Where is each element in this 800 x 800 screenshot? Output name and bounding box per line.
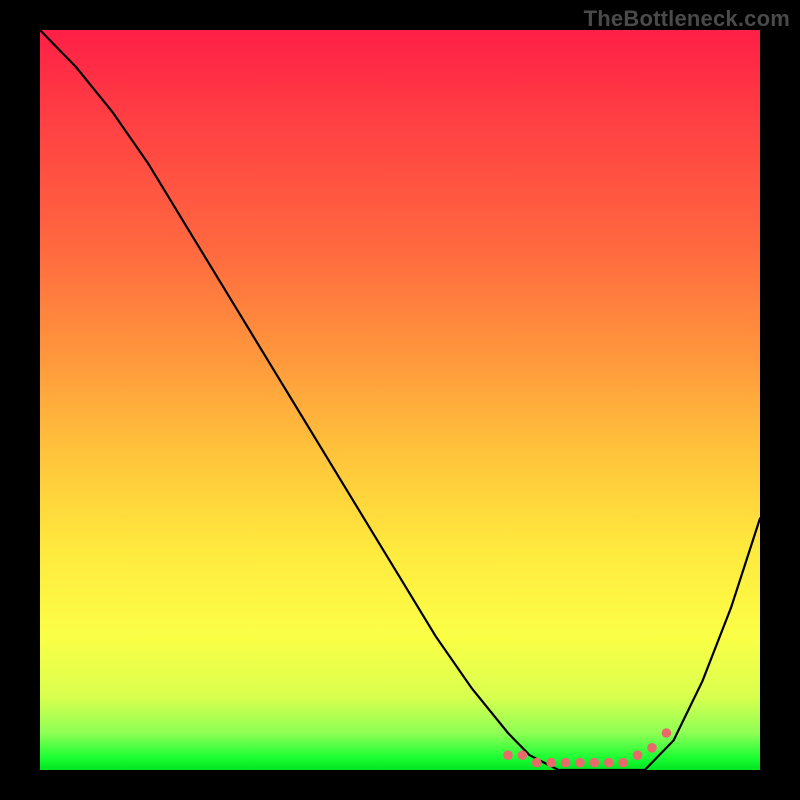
- chart-frame: TheBottleneck.com: [0, 0, 800, 800]
- marker-dot: [518, 750, 528, 760]
- marker-dot: [662, 728, 672, 738]
- marker-dot: [633, 750, 643, 760]
- marker-dot: [561, 758, 571, 768]
- min-region-markers: [503, 728, 671, 767]
- marker-dot: [575, 758, 585, 768]
- marker-dot: [604, 758, 614, 768]
- marker-dot: [532, 758, 542, 768]
- marker-dot: [647, 743, 657, 753]
- watermark: TheBottleneck.com: [584, 6, 790, 32]
- chart-svg: [40, 30, 760, 770]
- marker-dot: [618, 758, 628, 768]
- marker-dot: [503, 750, 513, 760]
- marker-dot: [546, 758, 556, 768]
- bottleneck-curve: [40, 30, 760, 770]
- marker-dot: [590, 758, 600, 768]
